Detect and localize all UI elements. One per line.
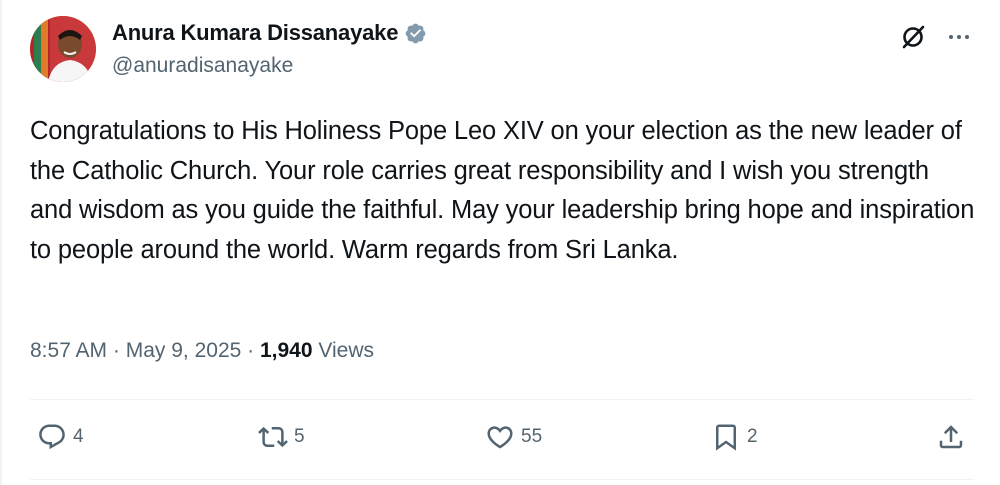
tweet-text: Congratulations to His Holiness Pope Leo… (30, 117, 975, 264)
like-count: 55 (521, 426, 543, 447)
share-icon (939, 425, 963, 449)
avatar-image (30, 16, 96, 82)
verified-badge-icon[interactable] (404, 22, 427, 45)
bookmark-button[interactable]: 2 (711, 422, 758, 452)
divider (30, 399, 974, 400)
reply-icon (39, 424, 65, 450)
bookmark-count: 2 (747, 426, 758, 447)
grok-icon[interactable] (898, 22, 928, 52)
author-name-row[interactable]: Anura Kumara Dissanayake (112, 20, 427, 46)
repost-button[interactable]: 5 (258, 422, 305, 452)
timeline-border (0, 0, 2, 485)
reply-button[interactable]: 4 (37, 422, 84, 452)
reply-count: 4 (73, 426, 84, 447)
avatar[interactable] (30, 16, 96, 82)
repost-icon (258, 426, 288, 448)
meta-separator: · (107, 339, 126, 362)
like-button[interactable]: 55 (485, 422, 542, 452)
divider-bottom (30, 479, 974, 480)
bookmark-icon (716, 424, 736, 451)
share-button[interactable] (936, 422, 966, 452)
author-display-name[interactable]: Anura Kumara Dissanayake (112, 20, 398, 46)
tweet-card: Anura Kumara Dissanayake @anuradisanayak… (0, 0, 1000, 485)
more-options-icon[interactable] (944, 22, 974, 52)
tweet-time[interactable]: 8:57 AM (30, 339, 107, 363)
views-count: 1,940 (259, 339, 313, 362)
author-handle[interactable]: @anuradisanayake (112, 54, 293, 78)
repost-count: 5 (294, 426, 305, 447)
like-icon (487, 426, 513, 449)
meta-separator-2: · (241, 339, 260, 362)
views-label: Views (318, 339, 375, 362)
tweet-date[interactable]: May 9, 2025 (126, 339, 242, 363)
tweet-meta: 8:57 AM · May 9, 2025 · 1,940 Views (30, 339, 374, 363)
